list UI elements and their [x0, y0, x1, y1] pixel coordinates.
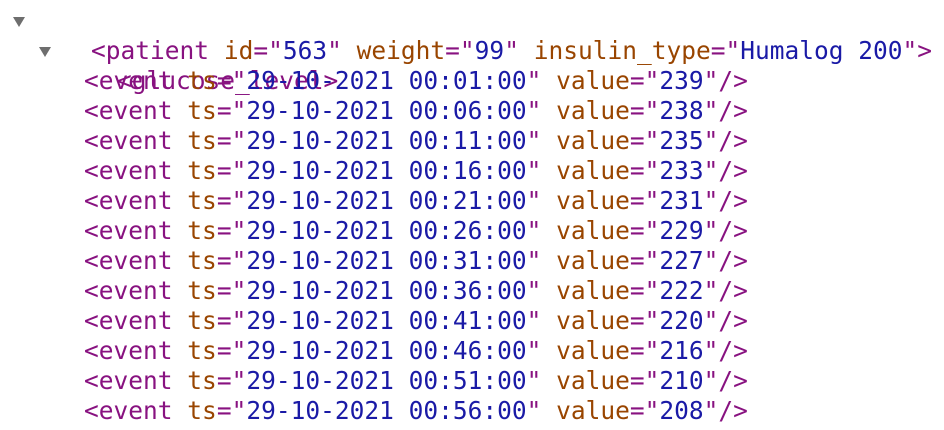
event-glucose-value: 233 [659, 156, 704, 185]
event-attr-ts-name: ts [187, 186, 217, 215]
event-attr-ts-name: ts [187, 246, 217, 275]
event-attr-value-name: value [556, 156, 630, 185]
event-attr-value-name: value [556, 186, 630, 215]
event-tag-name: event [98, 336, 173, 365]
event-tag-name: event [98, 366, 173, 395]
event-row: <event ts="29-10-2021 00:41:00" value="2… [84, 306, 748, 335]
collapse-glucose-level-triangle-icon[interactable] [39, 47, 51, 57]
event-attr-ts-name: ts [187, 216, 217, 245]
event-attr-value-name: value [556, 126, 630, 155]
event-glucose-value: 208 [659, 396, 704, 425]
event-attr-ts-name: ts [187, 276, 217, 305]
event-glucose-value: 216 [659, 336, 704, 365]
event-attr-value-name: value [556, 366, 630, 395]
event-timestamp-value: 29-10-2021 00:16:00 [246, 156, 527, 185]
xml-tree-viewer: <patient id="563" weight="99" insulin_ty… [0, 6, 944, 426]
event-tag-name: event [98, 246, 173, 275]
event-tag-name: event [98, 186, 173, 215]
glucose-level-open-tag-line: <glucose_level> [0, 36, 944, 95]
event-row: <event ts="29-10-2021 00:51:00" value="2… [84, 366, 748, 395]
event-timestamp-value: 29-10-2021 00:31:00 [246, 246, 527, 275]
event-glucose-value: 239 [659, 66, 704, 95]
event-row: <event ts="29-10-2021 00:01:00" value="2… [84, 66, 748, 95]
event-timestamp-value: 29-10-2021 00:21:00 [246, 186, 527, 215]
event-tag-name: event [98, 216, 173, 245]
event-attr-ts-name: ts [187, 366, 217, 395]
event-glucose-value: 231 [659, 186, 704, 215]
event-timestamp-value: 29-10-2021 00:11:00 [246, 126, 527, 155]
event-attr-value-name: value [556, 66, 630, 95]
event-timestamp-value: 29-10-2021 00:26:00 [246, 216, 527, 245]
event-tag-name: event [98, 276, 173, 305]
event-tag-name: event [98, 396, 173, 425]
event-row: <event ts="29-10-2021 00:46:00" value="2… [84, 336, 748, 365]
event-glucose-value: 229 [659, 216, 704, 245]
event-row: <event ts="29-10-2021 00:56:00" value="2… [84, 396, 748, 425]
event-glucose-value: 238 [659, 96, 704, 125]
patient-open-tag-line: <patient id="563" weight="99" insulin_ty… [0, 6, 944, 65]
event-attr-ts-name: ts [187, 96, 217, 125]
event-attr-ts-name: ts [187, 396, 217, 425]
event-attr-value-name: value [556, 276, 630, 305]
event-glucose-value: 235 [659, 126, 704, 155]
event-attr-ts-name: ts [187, 156, 217, 185]
event-attr-value-name: value [556, 336, 630, 365]
event-tag-name: event [98, 306, 173, 335]
event-attr-ts-name: ts [187, 306, 217, 335]
event-attr-ts-name: ts [187, 336, 217, 365]
event-attr-value-name: value [556, 216, 630, 245]
event-row: <event ts="29-10-2021 00:26:00" value="2… [84, 216, 748, 245]
event-attr-ts-name: ts [187, 126, 217, 155]
event-row: <event ts="29-10-2021 00:11:00" value="2… [84, 126, 748, 155]
event-timestamp-value: 29-10-2021 00:41:00 [246, 306, 527, 335]
event-attr-value-name: value [556, 246, 630, 275]
event-timestamp-value: 29-10-2021 00:36:00 [246, 276, 527, 305]
event-tag-name: event [98, 96, 173, 125]
event-timestamp-value: 29-10-2021 00:51:00 [246, 366, 527, 395]
event-row: <event ts="29-10-2021 00:36:00" value="2… [84, 276, 748, 305]
event-row: <event ts="29-10-2021 00:06:00" value="2… [84, 96, 748, 125]
event-tag-name: event [98, 66, 173, 95]
event-glucose-value: 222 [659, 276, 704, 305]
event-row: <event ts="29-10-2021 00:31:00" value="2… [84, 246, 748, 275]
event-timestamp-value: 29-10-2021 00:56:00 [246, 396, 527, 425]
event-glucose-value: 210 [659, 366, 704, 395]
event-tag-name: event [98, 156, 173, 185]
event-attr-ts-name: ts [187, 66, 217, 95]
event-glucose-value: 220 [659, 306, 704, 335]
event-attr-value-name: value [556, 306, 630, 335]
collapse-patient-triangle-icon[interactable] [13, 17, 25, 27]
event-timestamp-value: 29-10-2021 00:06:00 [246, 96, 527, 125]
event-row: <event ts="29-10-2021 00:16:00" value="2… [84, 156, 748, 185]
event-attr-value-name: value [556, 96, 630, 125]
event-row: <event ts="29-10-2021 00:21:00" value="2… [84, 186, 748, 215]
event-timestamp-value: 29-10-2021 00:46:00 [246, 336, 527, 365]
event-tag-name: event [98, 126, 173, 155]
event-timestamp-value: 29-10-2021 00:01:00 [246, 66, 527, 95]
event-glucose-value: 227 [659, 246, 704, 275]
glucose-events-list: <event ts="29-10-2021 00:01:00" value="2… [0, 66, 944, 426]
event-attr-value-name: value [556, 396, 630, 425]
